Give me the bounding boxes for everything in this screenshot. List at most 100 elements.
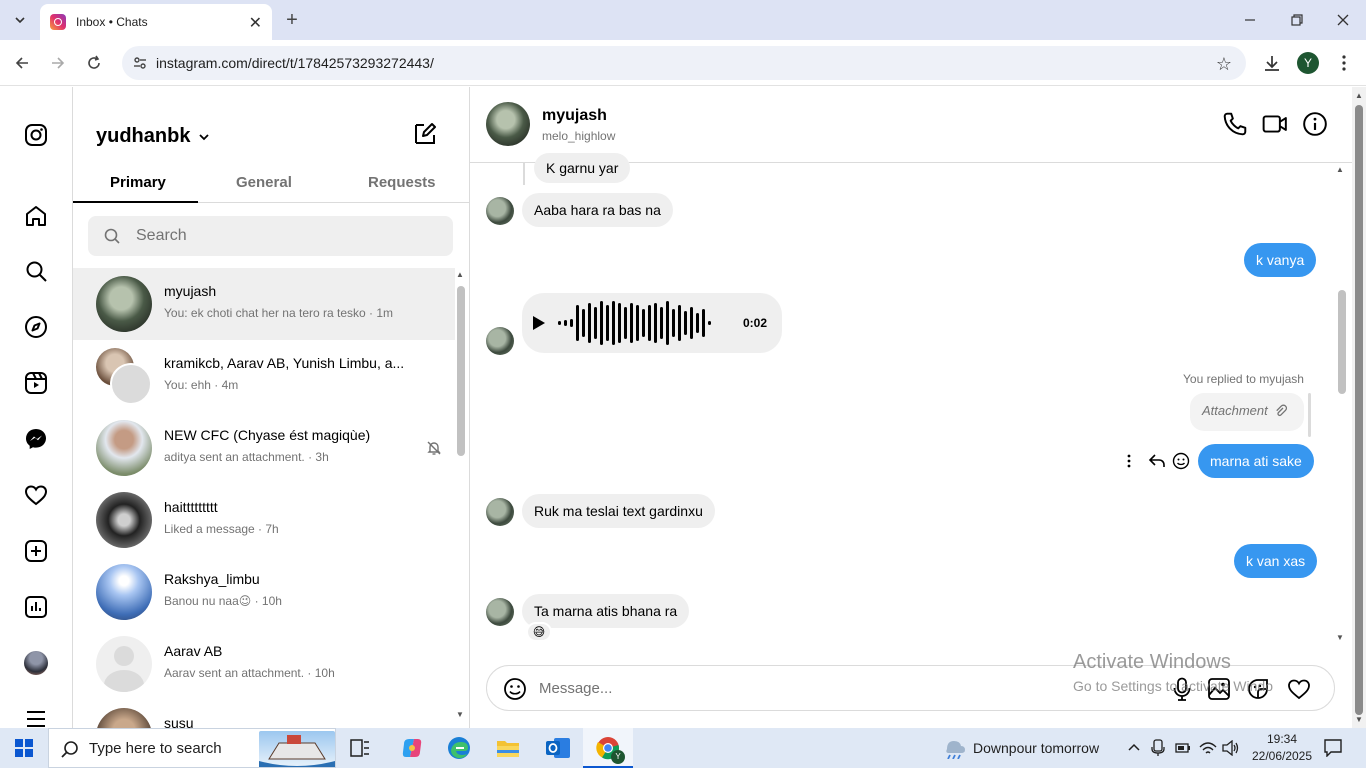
conversation-name: haittttttttt [164, 499, 218, 515]
chrome-taskbar-button[interactable]: Y [583, 728, 633, 768]
conversation-avatar [96, 420, 152, 476]
address-bar[interactable]: instagram.com/direct/t/17842573293272443… [122, 46, 1246, 80]
sender-avatar[interactable] [486, 498, 514, 526]
react-emoji-icon[interactable] [1172, 452, 1190, 470]
sender-avatar[interactable] [486, 327, 514, 355]
notification-center-icon[interactable] [1324, 739, 1342, 757]
audio-call-icon[interactable] [1222, 111, 1248, 137]
weather-text[interactable]: Downpour tomorrow [973, 740, 1099, 756]
search-input[interactable]: Search [88, 216, 453, 256]
conversation-item[interactable]: susu [73, 700, 455, 728]
messenger-icon[interactable] [22, 425, 50, 453]
new-message-compose-icon[interactable] [413, 122, 437, 146]
video-call-icon[interactable] [1262, 111, 1288, 137]
page-scroll-thumb[interactable] [1355, 105, 1363, 715]
notifications-heart-icon[interactable] [22, 481, 50, 509]
message-bubble-incoming[interactable]: K garnu yar [534, 153, 631, 183]
emoji-picker-icon[interactable] [503, 677, 527, 701]
inbox-scrollbar[interactable]: ▲ ▼ [456, 270, 466, 720]
chat-avatar[interactable] [486, 102, 530, 146]
download-icon[interactable] [1258, 49, 1286, 77]
scroll-down-arrow-icon[interactable]: ▼ [456, 710, 464, 719]
conversation-item[interactable]: myujash You: ek choti chat her na tero r… [73, 268, 455, 340]
image-upload-icon[interactable] [1207, 677, 1231, 701]
reels-icon[interactable] [22, 369, 50, 397]
scroll-up-arrow-icon[interactable]: ▲ [456, 270, 464, 279]
volume-icon[interactable] [1222, 740, 1240, 756]
message-bubble-outgoing[interactable]: marna ati sake [1198, 444, 1314, 478]
restore-icon[interactable] [1283, 6, 1311, 34]
reply-arrow-icon[interactable] [1148, 452, 1166, 470]
forward-icon[interactable] [44, 49, 72, 77]
chat-scroll-thumb[interactable] [1338, 290, 1346, 394]
page-scrollbar[interactable]: ▲ ▼ [1352, 87, 1366, 728]
outlook-icon[interactable] [545, 736, 571, 760]
tab-close-icon[interactable]: ✕ [249, 13, 262, 33]
play-icon[interactable] [532, 315, 546, 331]
windows-start-icon[interactable] [15, 739, 33, 757]
weather-rain-icon[interactable] [942, 737, 966, 759]
sender-avatar[interactable] [486, 197, 514, 225]
like-heart-icon[interactable] [1286, 677, 1312, 701]
message-reaction[interactable]: 😅 [526, 622, 552, 642]
task-view-icon[interactable] [350, 739, 370, 757]
conversation-item[interactable]: kramikcb, Aarav AB, Yunish Limbu, a... Y… [73, 340, 455, 412]
tab-requests[interactable]: Requests [368, 174, 436, 191]
sticker-icon[interactable] [1246, 677, 1270, 701]
reply-context-label: You replied to myujash [1183, 372, 1304, 386]
conversation-info-icon[interactable] [1302, 111, 1328, 137]
clock-time[interactable]: 19:34 [1250, 732, 1314, 746]
create-plus-icon[interactable] [22, 537, 50, 565]
sender-avatar[interactable] [486, 598, 514, 626]
message-composer[interactable]: Message... [486, 665, 1335, 711]
taskbar-search-box[interactable]: Type here to search [48, 728, 336, 768]
tab-primary[interactable]: Primary [110, 174, 166, 191]
dashboard-chart-icon[interactable] [22, 593, 50, 621]
account-switcher[interactable]: yudhanbk [96, 125, 210, 148]
message-bubble-incoming[interactable]: Aaba hara ra bas na [522, 193, 673, 227]
bookmark-star-icon[interactable]: ☆ [1216, 54, 1232, 75]
conversation-item[interactable]: NEW CFC (Chyase ést magiqùe) aditya sent… [73, 412, 455, 484]
microphone-icon[interactable] [1171, 677, 1193, 701]
scroll-down-arrow-icon[interactable]: ▼ [1336, 633, 1344, 642]
tab-general[interactable]: General [236, 174, 292, 191]
page-scroll-down-icon[interactable]: ▼ [1355, 715, 1363, 724]
voice-message[interactable]: 0:02 [522, 293, 782, 353]
message-bubble-outgoing[interactable]: k van xas [1234, 544, 1318, 578]
back-icon[interactable] [8, 49, 36, 77]
file-explorer-icon[interactable] [496, 737, 520, 759]
browser-menu-icon[interactable] [1330, 49, 1358, 77]
replied-attachment-preview[interactable]: Attachment [1190, 393, 1304, 431]
reload-icon[interactable] [80, 49, 108, 77]
message-bubble-incoming[interactable]: Ruk ma teslai text gardinxu [522, 494, 715, 528]
profile-avatar[interactable]: Y [1297, 52, 1319, 74]
search-icon[interactable] [22, 257, 50, 285]
edge-browser-icon[interactable] [447, 736, 471, 760]
site-info-icon[interactable] [132, 55, 148, 71]
message-bubble-outgoing[interactable]: k vanya [1244, 243, 1317, 277]
conversation-item[interactable]: Rakshya_limbu Banou nu naa😉 · 10h [73, 556, 455, 628]
page-scroll-up-icon[interactable]: ▲ [1355, 91, 1363, 100]
conversation-item[interactable]: Aarav AB Aarav sent an attachment. · 10h [73, 628, 455, 700]
window-close-icon[interactable] [1329, 6, 1357, 34]
wifi-icon[interactable] [1199, 740, 1217, 756]
inbox-scroll-thumb[interactable] [457, 286, 465, 456]
message-more-options-icon[interactable] [1126, 453, 1132, 469]
home-icon[interactable] [22, 202, 50, 230]
system-tray-device-icon[interactable] [1151, 739, 1165, 757]
clock-date[interactable]: 22/06/2025 [1250, 749, 1314, 763]
browser-tab[interactable]: Inbox • Chats ✕ [40, 4, 272, 40]
battery-icon[interactable] [1175, 742, 1191, 754]
new-tab-icon[interactable]: + [278, 6, 306, 34]
chat-scrollbar[interactable]: ▲ ▼ [1336, 165, 1346, 645]
instagram-logo-icon[interactable] [22, 121, 50, 149]
minimize-icon[interactable] [1236, 6, 1264, 34]
conversation-item[interactable]: haittttttttt Liked a message · 7h [73, 484, 455, 556]
chat-name[interactable]: myujash [542, 107, 607, 125]
profile-avatar-icon[interactable] [22, 649, 50, 677]
scroll-up-arrow-icon[interactable]: ▲ [1336, 165, 1344, 174]
show-hidden-icons-chevron-icon[interactable] [1127, 740, 1141, 754]
copilot-icon[interactable] [400, 736, 424, 760]
explore-compass-icon[interactable] [22, 313, 50, 341]
tab-search-chevron-icon[interactable] [6, 6, 34, 34]
